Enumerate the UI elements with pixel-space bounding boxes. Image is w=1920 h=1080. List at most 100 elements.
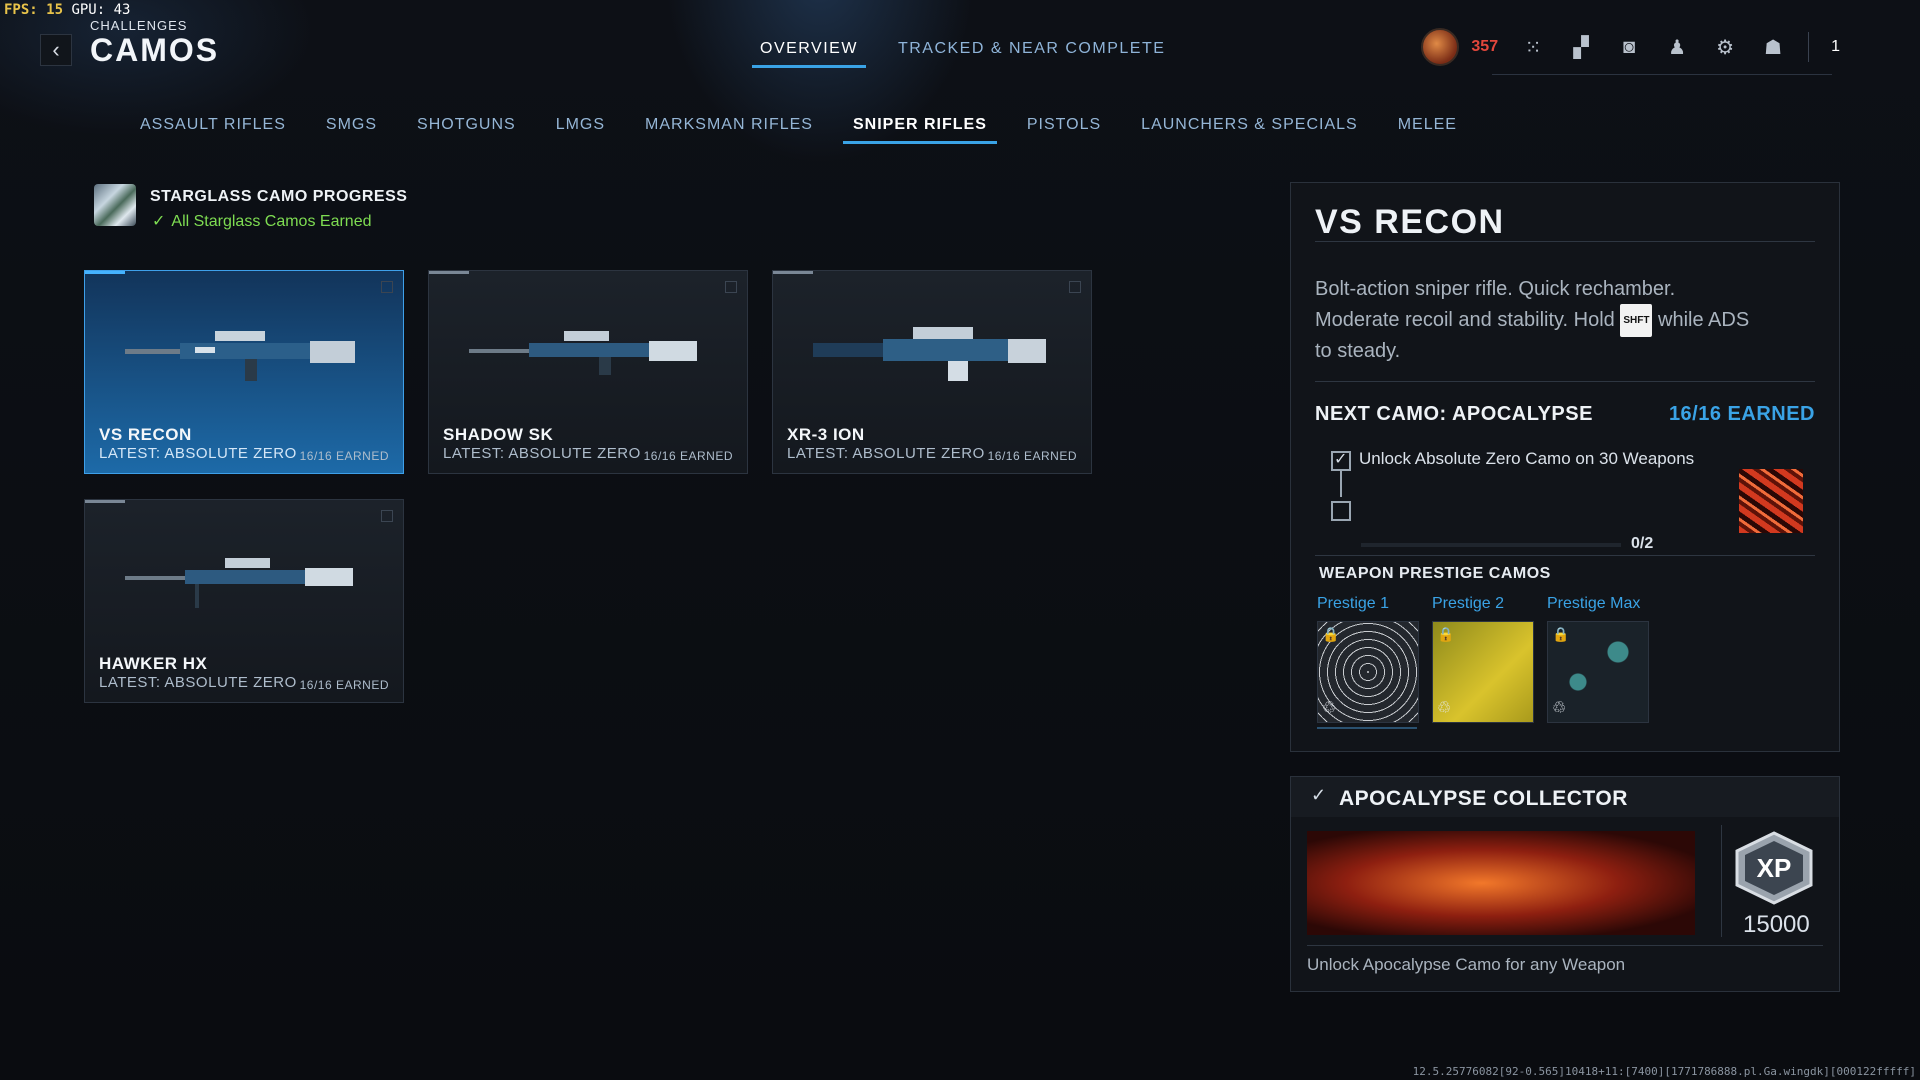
prestige-icon: ♲ [1437, 700, 1452, 717]
page-title: CAMOS [90, 32, 220, 68]
checkbox-connector [1340, 471, 1342, 497]
divider [1307, 945, 1823, 946]
weapon-image [813, 327, 1046, 381]
tab-shotguns[interactable]: SHOTGUNS [397, 116, 536, 144]
weapon-name: VS RECON [99, 425, 192, 444]
tab-lmgs[interactable]: LMGS [536, 116, 625, 144]
tab-pistols[interactable]: PISTOLS [1007, 116, 1121, 144]
party-icon[interactable]: ☗ [1760, 34, 1786, 60]
prestige-max-camo[interactable]: 🔒 ♲ [1547, 621, 1649, 723]
breadcrumb: CHALLENGES [90, 18, 188, 33]
checkmark-icon: ✓ [152, 213, 166, 230]
card-corner-icon [381, 510, 393, 522]
tab-sniper-rifles[interactable]: SNIPER RIFLES [833, 116, 1007, 144]
card-corner-icon [381, 281, 393, 293]
weapon-name: XR-3 ION [787, 425, 865, 444]
challenge-checkbox-checked [1331, 449, 1351, 471]
weapon-latest: LATEST: ABSOLUTE ZERO [99, 445, 297, 462]
challenge-text: Unlock Absolute Zero Camo on 30 Weapons [1359, 449, 1695, 468]
next-camo-label: NEXT CAMO: APOCALYPSE [1315, 403, 1593, 425]
store-icon[interactable]: ▞ [1568, 34, 1594, 60]
divider [1315, 241, 1815, 242]
divider [1315, 555, 1815, 556]
detail-weapon-name: VS RECON [1315, 203, 1505, 241]
top-tabs: OVERVIEW TRACKED & NEAR COMPLETE [752, 40, 1165, 68]
weapon-image [125, 558, 353, 608]
weapon-card-hawker-hx[interactable]: HAWKER HX LATEST: ABSOLUTE ZERO 16/16 EA… [84, 499, 404, 703]
reward-description: Unlock Apocalypse Camo for any Weapon [1307, 955, 1626, 974]
grid-icon[interactable]: ⁙ [1520, 34, 1546, 60]
weapon-image [125, 331, 355, 381]
weapon-earned: 16/16 EARNED [299, 449, 389, 463]
card-progress [85, 271, 125, 274]
starglass-title: STARGLASS CAMO PROGRESS [150, 188, 408, 205]
avatar[interactable] [1421, 28, 1460, 66]
hud-divider [1808, 32, 1810, 62]
weapon-detail-panel: VS RECON Bolt-action sniper rifle. Quick… [1290, 182, 1840, 752]
currency-count: 357 [1471, 38, 1499, 55]
build-string: 12.5.25776082[92-0.565]10418+11:[7400][1… [1412, 1065, 1916, 1078]
reward-panel: ✓ APOCALYPSE COLLECTOR XP 15000 Unlock A… [1290, 776, 1840, 992]
weapon-name: SHADOW SK [443, 425, 554, 444]
reward-artwork [1307, 831, 1695, 935]
tab-assault-rifles[interactable]: ASSAULT RIFLES [120, 116, 306, 144]
tab-tracked[interactable]: TRACKED & NEAR COMPLETE [898, 40, 1165, 68]
tab-overview[interactable]: OVERVIEW [752, 40, 866, 68]
challenge-checkbox-empty [1331, 501, 1351, 521]
category-tabs: ASSAULT RIFLES SMGS SHOTGUNS LMGS MARKSM… [120, 116, 1477, 144]
card-progress [429, 271, 469, 274]
weapon-earned: 16/16 EARNED [987, 449, 1077, 463]
tab-smgs[interactable]: SMGS [306, 116, 397, 144]
tab-launchers-specials[interactable]: LAUNCHERS & SPECIALS [1121, 116, 1378, 144]
weapon-name: HAWKER HX [99, 654, 208, 673]
lock-icon: 🔒 [1437, 626, 1455, 642]
weapon-description: Bolt-action sniper rifle. Quick rechambe… [1315, 278, 1750, 362]
fps-counter: FPS: 15 GPU: 43 [4, 2, 131, 18]
camera-icon[interactable]: ◙ [1616, 34, 1642, 60]
weapon-card-vs-recon[interactable]: VS RECON LATEST: ABSOLUTE ZERO 16/16 EAR… [84, 270, 404, 474]
divider [1315, 381, 1815, 382]
tab-marksman-rifles[interactable]: MARKSMAN RIFLES [625, 116, 833, 144]
gear-icon[interactable]: ⚙ [1712, 34, 1738, 60]
card-progress [773, 271, 813, 274]
weapon-card-shadow-sk[interactable]: SHADOW SK LATEST: ABSOLUTE ZERO 16/16 EA… [428, 270, 748, 474]
prestige-camos-title: WEAPON PRESTIGE CAMOS [1319, 565, 1551, 582]
tab-melee[interactable]: MELEE [1378, 116, 1477, 144]
starglass-camo-icon [94, 184, 136, 226]
lock-icon: 🔒 [1552, 626, 1570, 642]
challenge-progress-count: 0/2 [1631, 535, 1654, 552]
hud-underline [1492, 74, 1832, 75]
starglass-status: ✓ All Starglass Camos Earned [152, 213, 372, 230]
hud-bar: 357 ⁙ ▞ ◙ ♟ ⚙ ☗ 1 [1421, 28, 1840, 66]
apocalypse-camo-preview[interactable] [1739, 469, 1803, 533]
weapon-card-xr-3-ion[interactable]: XR-3 ION LATEST: ABSOLUTE ZERO 16/16 EAR… [772, 270, 1092, 474]
weapon-latest: LATEST: ABSOLUTE ZERO [99, 674, 297, 691]
back-button[interactable]: ‹ [40, 34, 72, 66]
prestige-icon: ♲ [1552, 700, 1567, 717]
card-corner-icon [1069, 281, 1081, 293]
party-count: 1 [1831, 38, 1840, 55]
chevron-left-icon: ‹ [52, 37, 60, 62]
prestige-2-label: Prestige 2 [1432, 595, 1505, 612]
xp-icon: XP [1735, 831, 1813, 905]
prestige-max-label: Prestige Max [1547, 595, 1641, 612]
lock-icon: 🔒 [1322, 626, 1340, 642]
reward-header: ✓ APOCALYPSE COLLECTOR [1291, 777, 1839, 817]
weapon-earned: 16/16 EARNED [299, 678, 389, 692]
shift-key-icon: SHFT [1620, 304, 1653, 337]
prestige-2-camo[interactable]: 🔒 ♲ [1432, 621, 1534, 723]
prestige-icon: ♲ [1322, 700, 1337, 717]
weapon-image [469, 331, 697, 375]
divider [1721, 825, 1722, 937]
weapon-earned: 16/16 EARNED [643, 449, 733, 463]
xp-label: XP [1757, 853, 1792, 883]
bell-icon[interactable]: ♟ [1664, 34, 1690, 60]
weapon-latest: LATEST: ABSOLUTE ZERO [443, 445, 641, 462]
card-progress [85, 500, 125, 503]
challenge-progress-bar [1361, 543, 1621, 547]
prestige-1-label: Prestige 1 [1317, 595, 1390, 612]
weapon-latest: LATEST: ABSOLUTE ZERO [787, 445, 985, 462]
next-camo-earned: 16/16 EARNED [1668, 403, 1815, 425]
prestige-1-camo[interactable]: 🔒 ♲ [1317, 621, 1419, 723]
prestige-1-progress [1317, 727, 1417, 729]
